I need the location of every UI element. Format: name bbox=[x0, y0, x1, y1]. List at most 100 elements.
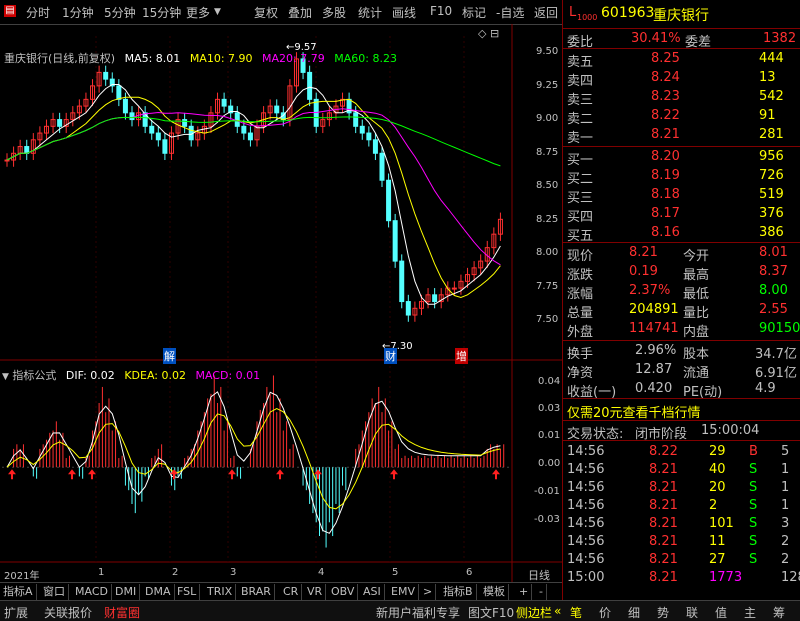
scroll-right-icon[interactable]: > bbox=[420, 584, 437, 600]
price-tick: 9.50 bbox=[536, 46, 559, 57]
button-multi[interactable]: 多股 bbox=[322, 4, 346, 21]
tab-emv[interactable]: EMV bbox=[388, 584, 419, 600]
buy-row[interactable]: 买一 8.20 956 bbox=[563, 148, 800, 168]
stat-row[interactable]: 外盘 114741 内盘 90150 bbox=[563, 320, 800, 340]
stat-row[interactable]: 涨跌 0.19 最高 8.37 bbox=[563, 263, 800, 283]
event-marker-unlock[interactable]: 解 bbox=[163, 348, 176, 364]
tab-template[interactable]: 模板 bbox=[480, 584, 509, 600]
chevron-left-icon[interactable]: « bbox=[554, 604, 561, 618]
tab-fsl[interactable]: FSL bbox=[174, 584, 201, 600]
sidebar-toggle[interactable]: 侧边栏 bbox=[516, 604, 552, 621]
promo-banner[interactable]: 仅需20元查看千档行情 bbox=[563, 401, 800, 421]
tab-more[interactable]: 更多 bbox=[186, 4, 210, 21]
tab-link[interactable]: 联 bbox=[686, 604, 698, 621]
sell-row[interactable]: 卖五 8.25 444 bbox=[563, 50, 800, 70]
candle-body bbox=[122, 98, 128, 114]
tick-row[interactable]: 14:56 8.21 40 S 1 bbox=[563, 461, 800, 479]
buy-row[interactable]: 买二 8.19 726 bbox=[563, 167, 800, 187]
stat-row[interactable]: 净资 12.87 流通 6.91亿 bbox=[563, 361, 800, 381]
tab-tick[interactable]: 笔 bbox=[570, 604, 582, 621]
tab-trix[interactable]: TRIX bbox=[204, 584, 237, 600]
tick-direction: S bbox=[749, 552, 758, 567]
webi-value: 30.41% bbox=[631, 31, 681, 46]
kline-chart[interactable]: 重庆银行(日线,前复权) MA5: 8.01 MA10: 7.90 MA20: … bbox=[0, 24, 562, 582]
price-tick: 7.75 bbox=[536, 281, 559, 292]
button-stats[interactable]: 统计 bbox=[358, 4, 382, 21]
tab-asi[interactable]: ASI bbox=[360, 584, 385, 600]
tick-row[interactable]: 14:56 8.21 20 S 1 bbox=[563, 479, 800, 497]
tab-price[interactable]: 价 bbox=[599, 604, 611, 621]
tab-15min[interactable]: 15分钟 bbox=[142, 4, 181, 21]
tick-row[interactable]: 14:56 8.22 29 B 5 bbox=[563, 443, 800, 461]
button-mark[interactable]: 标记 bbox=[462, 4, 486, 21]
buy-volume: 519 bbox=[759, 187, 784, 202]
wealth-circle-button[interactable]: 财富圈 bbox=[104, 604, 140, 621]
tab-indicator-b[interactable]: 指标B bbox=[440, 584, 477, 600]
candle-body bbox=[451, 287, 457, 290]
stat-row[interactable]: 收益(一) 0.420 PE(动) 4.9 bbox=[563, 380, 800, 400]
buy-volume: 386 bbox=[759, 225, 784, 240]
stat-value: 2.55 bbox=[759, 302, 788, 317]
tab-macd[interactable]: MACD bbox=[72, 584, 112, 600]
period-label[interactable]: 日线 bbox=[528, 567, 550, 583]
chart-canvas[interactable] bbox=[0, 24, 562, 582]
expand-button[interactable]: 扩展 bbox=[4, 604, 28, 621]
chevron-down-icon[interactable]: ▼ bbox=[2, 372, 9, 382]
sell-row[interactable]: 卖二 8.22 91 bbox=[563, 107, 800, 127]
webi-row: 委比 30.41% 委差 1382 bbox=[567, 31, 797, 50]
button-f10[interactable]: F10 bbox=[430, 4, 452, 18]
sell-row[interactable]: 卖一 8.21 281 bbox=[563, 126, 800, 146]
tab-1min[interactable]: 1分钟 bbox=[62, 4, 94, 21]
buy-row[interactable]: 买四 8.17 376 bbox=[563, 205, 800, 225]
button-adjust[interactable]: 复权 bbox=[254, 4, 278, 21]
stat-row[interactable]: 现价 8.21 今开 8.01 bbox=[563, 244, 800, 264]
tick-row[interactable]: 14:56 8.21 2 S 1 bbox=[563, 497, 800, 515]
tab-5min[interactable]: 5分钟 bbox=[104, 4, 136, 21]
stat-row[interactable]: 涨幅 2.37% 最低 8.00 bbox=[563, 282, 800, 302]
tab-window[interactable]: 窗口 bbox=[40, 584, 69, 600]
tab-trend[interactable]: 势 bbox=[657, 604, 669, 621]
tab-timeshare[interactable]: 分时 bbox=[26, 4, 50, 21]
tab-indicator-a[interactable]: 指标A bbox=[0, 584, 37, 600]
chevron-down-icon[interactable]: ▼ bbox=[214, 7, 221, 17]
tab-detail[interactable]: 细 bbox=[628, 604, 640, 621]
tab-cr[interactable]: CR bbox=[280, 584, 303, 600]
zoom-out-icon[interactable]: - bbox=[536, 584, 547, 600]
settings-icon[interactable]: ◇ ⊟ bbox=[478, 27, 499, 40]
tab-vr[interactable]: VR bbox=[304, 584, 327, 600]
tab-dma[interactable]: DMA bbox=[142, 584, 175, 600]
new-user-link[interactable]: 新用户福利专享 bbox=[376, 604, 460, 621]
sell-row[interactable]: 卖四 8.24 13 bbox=[563, 69, 800, 89]
event-marker-finance[interactable]: 财 bbox=[384, 348, 397, 364]
f10-link[interactable]: 图文F10 bbox=[468, 604, 514, 621]
stat-row[interactable]: 换手 2.96% 股本 34.7亿 bbox=[563, 342, 800, 362]
stat-row[interactable]: 总量 204891 量比 2.55 bbox=[563, 301, 800, 321]
buy-signal-arrow-icon bbox=[492, 469, 500, 480]
tick-row[interactable]: 14:56 8.21 27 S 2 bbox=[563, 551, 800, 569]
tab-chips[interactable]: 筹 bbox=[773, 604, 785, 621]
button-overlay[interactable]: 叠加 bbox=[288, 4, 312, 21]
tick-row[interactable]: 15:00 8.21 1773 128 bbox=[563, 569, 800, 587]
button-back[interactable]: 返回 bbox=[534, 4, 558, 21]
tab-value[interactable]: 值 bbox=[715, 604, 727, 621]
candle-body bbox=[162, 139, 168, 154]
zoom-in-icon[interactable]: + bbox=[516, 584, 533, 600]
tab-main[interactable]: 主 bbox=[744, 604, 756, 621]
tab-dmi[interactable]: DMI bbox=[112, 584, 141, 600]
sell-row[interactable]: 卖三 8.23 542 bbox=[563, 88, 800, 108]
buy-price: 8.19 bbox=[651, 168, 680, 183]
indicator-formula-button[interactable]: 指标公式 bbox=[12, 369, 56, 382]
related-quote-button[interactable]: 关联报价 bbox=[44, 604, 92, 621]
buy-row[interactable]: 买五 8.16 386 bbox=[563, 224, 800, 244]
buy-row[interactable]: 买三 8.18 519 bbox=[563, 186, 800, 206]
tab-brar[interactable]: BRAR bbox=[238, 584, 275, 600]
button-watchlist[interactable]: -自选 bbox=[496, 4, 524, 21]
tick-time: 14:56 bbox=[567, 534, 605, 549]
candle-body bbox=[155, 132, 161, 141]
tick-row[interactable]: 14:56 8.21 11 S 2 bbox=[563, 533, 800, 551]
event-marker-increase[interactable]: 增 bbox=[455, 348, 468, 364]
tick-row[interactable]: 14:56 8.21 101 S 3 bbox=[563, 515, 800, 533]
button-draw[interactable]: 画线 bbox=[392, 4, 416, 21]
candle-body bbox=[234, 112, 240, 127]
tab-obv[interactable]: OBV bbox=[328, 584, 359, 600]
